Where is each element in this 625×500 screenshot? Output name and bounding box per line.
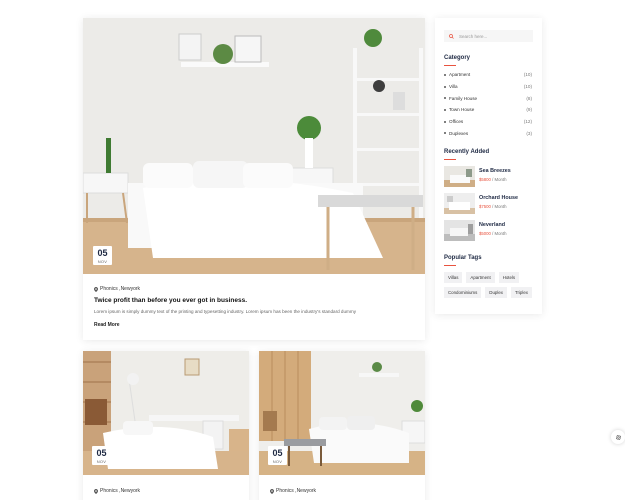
map-pin-icon [94,286,98,292]
tag-cloud: Villas Apartment Hotels Condominiums Dup… [444,272,534,298]
blog-post-card: 05 NOV Phonics ,Newyork [259,351,425,500]
location-text: Phonics ,Newyork [100,286,141,292]
bullet-icon [444,73,446,76]
date-month: NOV [272,459,283,464]
location-text: Phonics ,Newyork [100,488,141,494]
blog-post-card-featured: 05 NOV Phonics ,Newyork Twice profit tha… [83,18,425,340]
property-thumbnail[interactable] [444,193,475,214]
search-icon[interactable] [449,33,454,39]
tag-apartment[interactable]: Apartment [466,272,495,283]
search-input[interactable] [459,33,529,39]
map-pin-icon [94,488,98,494]
category-count: (10) [523,84,532,90]
tag-triplex[interactable]: Triplex [510,287,532,298]
tag-villas[interactable]: Villas [444,272,463,283]
blog-post-card: 05 NOV Phonics ,Newyork [83,351,249,500]
price-period: / Month [490,231,507,236]
category-count: (8) [526,95,532,101]
category-list: Apartment (10) Villa (10) Family House (8) … [444,69,532,139]
property-price: $5800 / Month [479,177,511,182]
property-thumbnail[interactable] [444,220,475,241]
category-name: Apartment [449,72,471,78]
search-box[interactable] [444,30,533,42]
bullet-icon [444,108,446,111]
recent-widget-title: Recently Added [444,149,490,155]
category-item-offices[interactable]: Offices (12) [444,116,532,128]
recent-item[interactable]: Neverland $5000 / Month [444,220,534,241]
price-period: / Month [490,177,507,182]
category-count: (10) [523,72,532,78]
category-widget-title: Category [444,55,471,61]
date-day: 05 [97,248,108,258]
date-badge: 05 NOV [268,446,287,465]
title-underline [444,265,456,266]
bullet-icon [444,120,446,123]
property-price: $5000 / Month [479,231,506,236]
bullet-icon [444,97,446,100]
bedroom-photo[interactable] [83,18,425,274]
tag-duplex[interactable]: Duplex [485,287,507,298]
price-period: / Month [490,204,507,209]
category-name: Offices [449,119,464,125]
date-badge: 05 NOV [93,246,112,265]
category-item-villa[interactable]: Villa (10) [444,81,532,93]
price-amount: $5000 [479,231,491,236]
category-item-duplexes[interactable]: Duplexes (3) [444,127,532,139]
title-underline [444,65,456,66]
date-month: NOV [96,459,107,464]
date-badge: 05 NOV [92,446,111,465]
category-name: Duplexes [449,130,469,136]
location-text: Phonics ,Newyork [276,488,317,494]
category-count: (3) [526,130,532,136]
category-count: (12) [523,119,532,125]
property-name[interactable]: Sea Breezes [479,168,511,174]
property-thumbnail[interactable] [444,166,475,187]
post-location: Phonics ,Newyork [94,286,140,292]
property-name[interactable]: Neverland [479,222,506,228]
recent-item[interactable]: Sea Breezes $5800 / Month [444,166,534,187]
category-name: Villa [449,84,458,90]
category-name: Family House [449,95,478,101]
post-excerpt: Lorem ipsum is simply dummy text of the … [94,309,356,314]
settings-button[interactable] [611,430,625,444]
map-pin-icon [270,488,274,494]
category-name: Town House [449,107,475,113]
date-month: NOV [97,259,108,264]
tag-hotels[interactable]: Hotels [498,272,520,283]
tags-widget-title: Popular Tags [444,255,482,261]
price-amount: $5800 [479,177,491,182]
tag-condominiums[interactable]: Condominiums [444,287,482,298]
bullet-icon [444,85,446,88]
blog-sidebar: Category Apartment (10) Villa (10) Family … [435,18,542,314]
title-underline [444,159,456,160]
recent-item[interactable]: Orchard House $7500 / Month [444,193,534,214]
date-day: 05 [96,448,107,458]
read-more-link[interactable]: Read More [94,322,120,328]
bullet-icon [444,132,446,135]
date-day: 05 [272,448,283,458]
gear-icon [615,434,622,441]
post-title[interactable]: Twice profit than before you ever got in… [94,297,247,304]
property-price: $7500 / Month [479,204,518,209]
category-item-family-house[interactable]: Family House (8) [444,92,532,104]
price-amount: $7500 [479,204,491,209]
category-item-apartment[interactable]: Apartment (10) [444,69,532,81]
post-location: Phonics ,Newyork [270,488,316,494]
category-count: (9) [526,107,532,113]
category-item-town-house[interactable]: Town House (9) [444,104,532,116]
property-name[interactable]: Orchard House [479,195,518,201]
post-location: Phonics ,Newyork [94,488,140,494]
